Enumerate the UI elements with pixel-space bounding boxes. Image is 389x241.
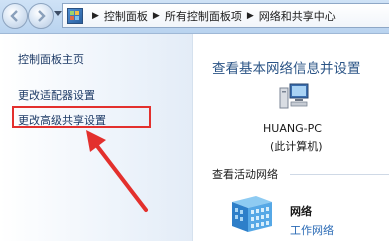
breadcrumb-separator[interactable]: ▶: [247, 11, 254, 21]
breadcrumb-network-center[interactable]: 网络和共享中心: [259, 8, 336, 24]
active-networks-heading: 查看活动网络: [212, 168, 278, 181]
pane-divider: [192, 34, 193, 241]
navigation-bar: ▶ 控制面板 ▶ 所有控制面板项 ▶ 网络和共享中心: [0, 0, 389, 34]
computer-name: HUANG-PC: [263, 122, 322, 135]
control-panel-home-link[interactable]: 控制面板主页: [18, 51, 84, 67]
breadcrumb-control-panel[interactable]: 控制面板: [104, 8, 148, 24]
back-arrow-icon: [10, 10, 18, 22]
network-type-link[interactable]: 工作网络: [290, 222, 334, 238]
computer-sub-label: (此计算机): [270, 140, 323, 153]
annotation-arrow-icon: [86, 130, 148, 212]
forward-arrow-icon: [38, 10, 46, 22]
section-rule: [290, 174, 389, 175]
back-button[interactable]: [2, 3, 28, 29]
page-title: 查看基本网络信息并设置: [212, 61, 361, 77]
network-name: 网络: [290, 205, 312, 218]
network-building-icon: [232, 196, 272, 232]
breadcrumb-separator[interactable]: ▶: [92, 11, 99, 21]
recent-pages-dropdown[interactable]: [54, 11, 62, 16]
forward-button[interactable]: [28, 3, 54, 29]
computer-icon: [279, 83, 309, 109]
breadcrumb-all-items[interactable]: 所有控制面板项: [165, 8, 242, 24]
control-panel-icon: [67, 7, 83, 24]
breadcrumb-separator[interactable]: ▶: [153, 11, 160, 21]
address-bar[interactable]: ▶ 控制面板 ▶ 所有控制面板项 ▶ 网络和共享中心: [62, 3, 389, 28]
change-adapter-settings-link[interactable]: 更改适配器设置: [18, 87, 95, 103]
